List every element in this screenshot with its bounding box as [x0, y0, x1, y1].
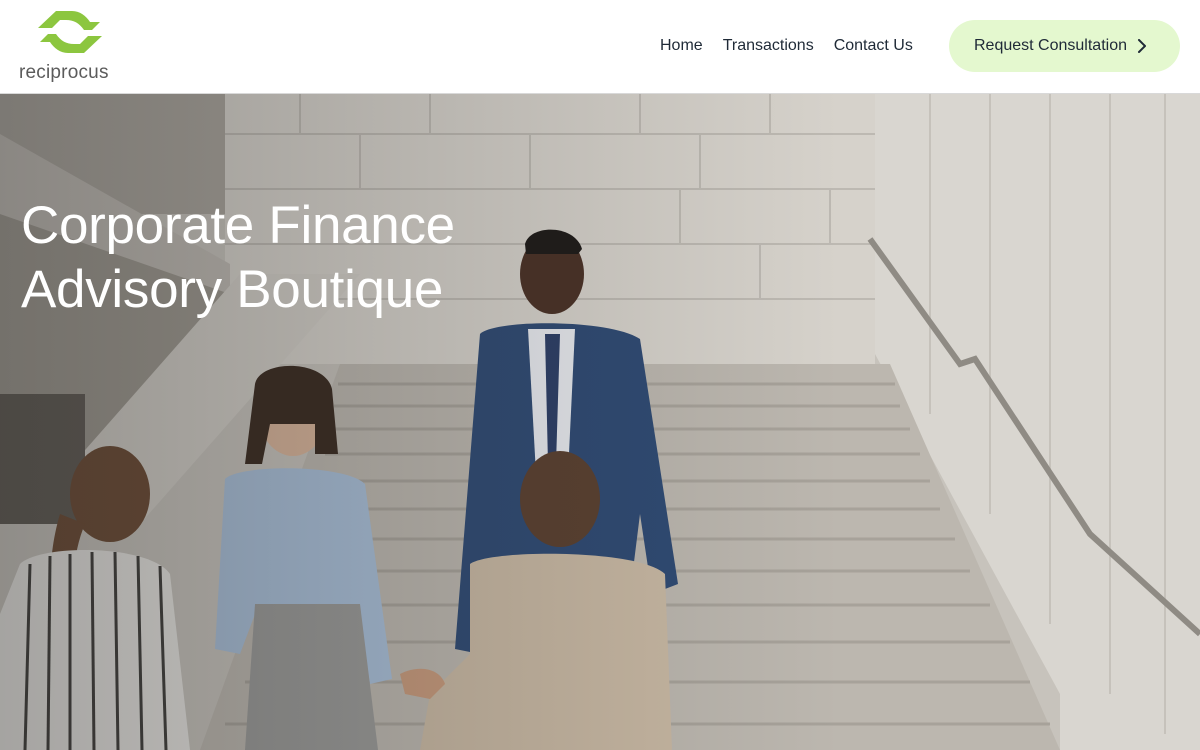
brand-name: reciprocus	[19, 62, 109, 83]
hero-title-line-2: Advisory Boutique	[21, 260, 444, 319]
reciprocus-logo-icon	[38, 11, 102, 53]
hero-title: Corporate Finance Advisory Boutique	[21, 194, 541, 322]
site-header: reciprocus Home Transactions Contact Us …	[0, 0, 1200, 94]
nav-contact-us[interactable]: Contact Us	[834, 36, 913, 56]
hero-overlay	[0, 94, 1200, 750]
chevron-right-icon	[1137, 39, 1147, 53]
nav-transactions[interactable]: Transactions	[723, 36, 814, 56]
hero-title-line-1: Corporate Finance	[21, 196, 455, 255]
nav-home[interactable]: Home	[660, 36, 703, 56]
request-consultation-button[interactable]: Request Consultation	[949, 20, 1180, 72]
hero-section: Corporate Finance Advisory Boutique	[0, 94, 1200, 750]
main-nav: Home Transactions Contact Us	[660, 36, 913, 56]
request-consultation-label: Request Consultation	[974, 37, 1127, 54]
brand-logo[interactable]: reciprocus	[18, 8, 124, 86]
